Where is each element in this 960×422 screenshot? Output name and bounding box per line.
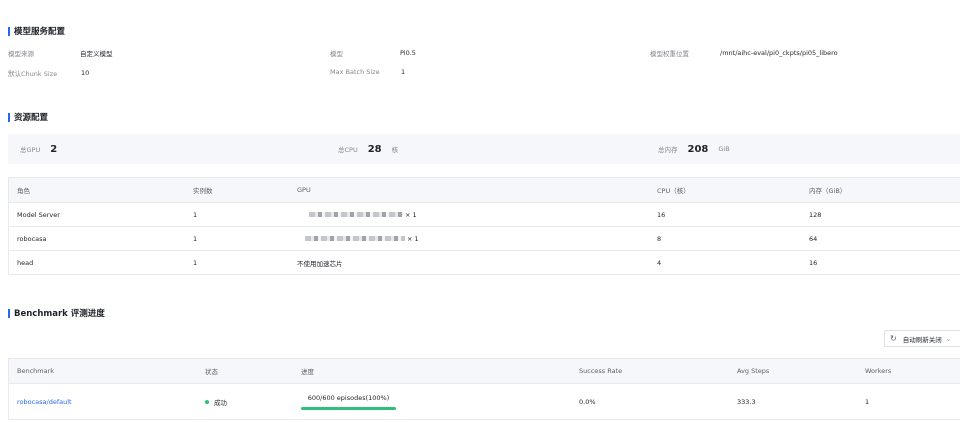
cell-gpu-count: × 1	[407, 234, 419, 243]
field-value: 自定义模型	[80, 50, 113, 58]
progress-bar-fill	[301, 406, 396, 410]
cell-instances: 1	[193, 210, 198, 219]
summary-gpu-value: 2	[50, 143, 58, 155]
cell-gpu: 不使用加速芯片	[297, 259, 343, 268]
field-max-batch-size: Max Batch Size 1	[330, 68, 405, 76]
column-header-benchmark: Benchmark	[17, 367, 55, 375]
refresh-icon[interactable]: ↻	[890, 334, 897, 343]
summary-gpu-label: 总GPU	[20, 146, 41, 154]
auto-refresh-select[interactable]: ↻ 自动刷新关闭 ⌄	[884, 330, 960, 347]
benchmark-link[interactable]: robocasa/default	[17, 384, 72, 419]
column-header-progress: 进度	[301, 368, 314, 376]
summary-cpu-value: 28	[367, 143, 382, 155]
masked-gpu-model	[305, 236, 405, 241]
cell-status: 成功	[205, 384, 227, 419]
field-value: 10	[81, 69, 90, 77]
field-label: Max Batch Size	[330, 68, 380, 76]
field-value: /mnt/aihc-eval/pi0_ckpts/pi05_libero	[720, 49, 838, 57]
cell-success-rate: 0.0%	[579, 397, 596, 406]
field-label: 默认Chunk Size	[8, 70, 58, 78]
table-row: robocasa/default 成功 600/600 episodes(100…	[9, 383, 960, 419]
table-row: Model Server 1 × 1 16 128	[9, 202, 960, 226]
cell-role: Model Server	[17, 210, 60, 219]
summary-mem-label: 总内存	[658, 146, 678, 154]
cell-memory: 16	[809, 258, 818, 267]
section-title-text: Benchmark 评测进度	[14, 309, 105, 319]
column-header-status: 状态	[205, 368, 218, 376]
summary-memory: 总内存 208 GiB	[658, 134, 730, 164]
section-title-model-config: 模型服务配置	[8, 25, 65, 37]
summary-gpu: 总GPU 2	[20, 134, 57, 164]
summary-mem-unit: GiB	[718, 145, 730, 153]
summary-cpu: 总CPU 28 核	[338, 134, 398, 164]
section-accent-bar	[8, 26, 10, 36]
cell-instances: 1	[193, 234, 198, 243]
section-title-text: 资源配置	[14, 113, 49, 123]
field-label: 模型来源	[8, 50, 34, 58]
status-text: 成功	[214, 398, 227, 407]
chevron-down-icon: ⌄	[945, 334, 952, 343]
table-row: robocasa 1 × 1 8 64	[9, 226, 960, 250]
field-value: 1	[401, 68, 406, 76]
field-model-weights: 模型权重位置 /mnt/aihc-eval/pi0_ckpts/pi05_lib…	[650, 48, 838, 58]
field-chunk-size: 默认Chunk Size 10	[8, 68, 89, 78]
section-title-text: 模型服务配置	[14, 27, 66, 37]
cell-role: robocasa	[17, 234, 47, 243]
table-row: head 1 不使用加速芯片 4 16	[9, 250, 960, 274]
field-value: Pi0.5	[400, 49, 416, 57]
cell-gpu-count: × 1	[405, 210, 417, 219]
summary-cpu-unit: 核	[391, 146, 399, 154]
table-header-row: 角色 实例数 GPU CPU（核） 内存（GiB）	[9, 178, 960, 202]
resource-table: 角色 实例数 GPU CPU（核） 内存（GiB） Model Server 1…	[8, 177, 960, 275]
column-header-success-rate: Success Rate	[579, 367, 623, 375]
status-success-dot	[205, 399, 209, 404]
table-header-row: Benchmark 状态 进度 Success Rate Avg Steps W…	[9, 359, 960, 383]
cell-avg-steps: 333.3	[737, 397, 756, 406]
cell-instances: 1	[193, 258, 198, 267]
cell-gpu: × 1	[305, 227, 419, 250]
section-accent-bar	[8, 308, 10, 318]
cell-cpu: 4	[657, 258, 662, 267]
column-header-workers: Workers	[865, 367, 892, 375]
cell-cpu: 16	[657, 210, 666, 219]
section-accent-bar	[8, 112, 10, 122]
column-header-instances: 实例数	[193, 187, 213, 195]
cell-memory: 64	[809, 234, 818, 243]
cell-role: head	[17, 258, 34, 267]
field-model-source: 模型来源 自定义模型	[8, 48, 113, 58]
summary-cpu-label: 总CPU	[338, 146, 358, 154]
benchmark-table: Benchmark 状态 进度 Success Rate Avg Steps W…	[8, 358, 960, 420]
progress-text: 600/600 episodes(100%)	[307, 393, 390, 402]
cell-workers: 1	[865, 397, 870, 406]
column-header-cpu: CPU（核）	[657, 187, 690, 195]
summary-mem-value: 208	[687, 143, 709, 155]
cell-cpu: 8	[657, 234, 662, 243]
cell-gpu: × 1	[309, 203, 417, 226]
column-header-gpu: GPU	[297, 186, 311, 194]
column-header-avg-steps: Avg Steps	[737, 367, 770, 375]
field-label: 模型	[330, 50, 343, 58]
field-model: 模型 Pi0.5	[330, 48, 416, 58]
column-header-role: 角色	[17, 187, 30, 195]
resource-summary: 总GPU 2 总CPU 28 核 总内存 208 GiB	[8, 134, 960, 164]
field-label: 模型权重位置	[650, 50, 689, 58]
cell-memory: 128	[809, 210, 822, 219]
progress-bar	[301, 406, 396, 410]
column-header-memory: 内存（GiB）	[809, 187, 847, 195]
auto-refresh-label: 自动刷新关闭	[902, 335, 942, 344]
section-title-resource-config: 资源配置	[8, 111, 48, 123]
cell-progress: 600/600 episodes(100%)	[301, 384, 396, 419]
section-title-benchmark: Benchmark 评测进度	[8, 307, 105, 319]
masked-gpu-model	[309, 212, 403, 217]
